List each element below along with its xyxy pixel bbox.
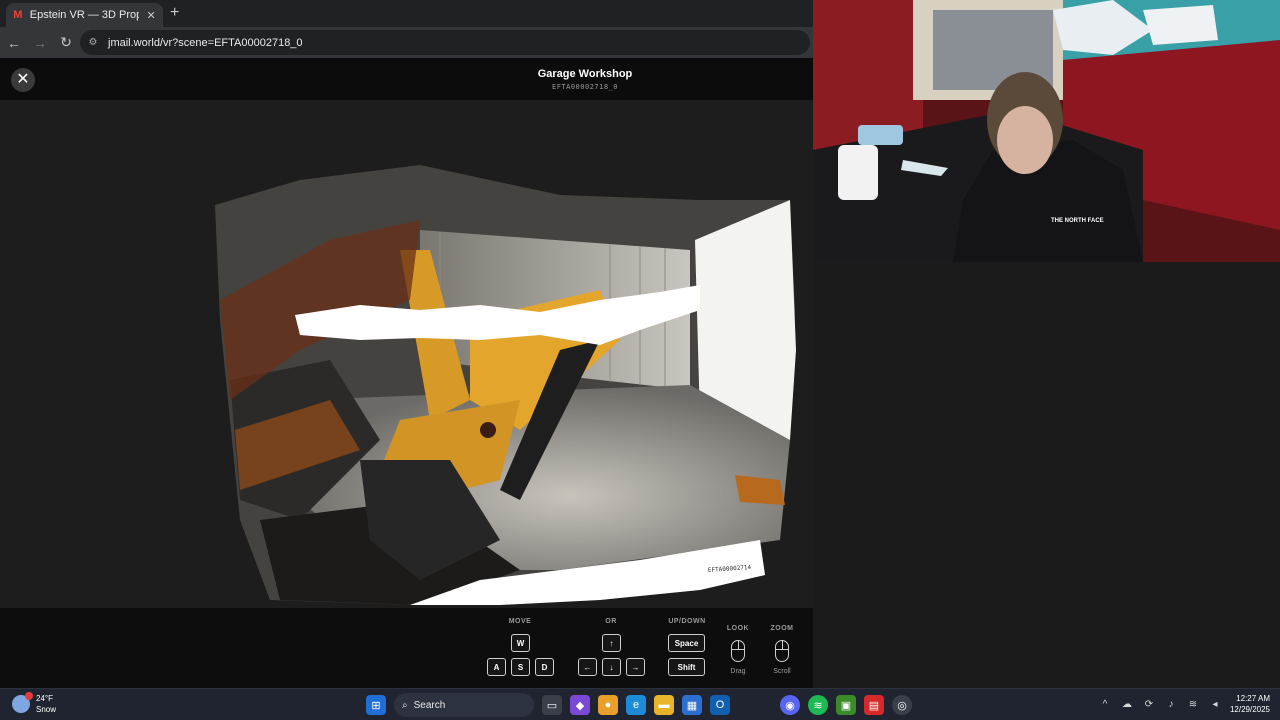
windows-taskbar: 24°F Snow ⊞ ⌕ Search ▭ ◆ ● e ▬ ▦ O ◉ ≋ ▣… [0,688,1280,720]
taskbar-apps-right: ◉ ≋ ▣ ▤ ◎ [780,693,912,717]
outlook-icon[interactable]: O [710,695,730,715]
scene-canvas[interactable]: EFTA00002714 [0,100,813,608]
clock-date: 12/29/2025 [1229,705,1270,714]
look-label: LOOK [726,625,750,632]
weather-widget[interactable]: 24°F Snow [12,692,57,715]
file-explorer-icon[interactable]: ▬ [654,695,674,715]
search-label: Search [413,699,446,711]
windows-start-icon[interactable]: ⊞ [366,695,386,715]
onedrive-icon[interactable]: ☁ [1120,699,1134,710]
microsoft-store-icon[interactable]: ▦ [682,695,702,715]
vr-viewer: ✕ Garage Workshop EFTA00002718_0 EFTA000… [0,58,813,688]
discord-icon[interactable]: ◉ [780,695,800,715]
task-view-icon[interactable]: ▭ [542,695,562,715]
system-tray: ^ ☁ ⟳ ♪ ≋ ◂ 12:27 AM 12/29/2025 [1098,693,1270,715]
mouse-drag-icon [731,640,745,662]
show-hidden-icons-chevron-icon[interactable]: ^ [1098,699,1112,710]
or-label: OR [605,618,617,625]
key-a: A [487,658,506,676]
site-settings-icon[interactable]: ⚙ [86,36,100,50]
minecraft-icon[interactable]: ▣ [836,695,856,715]
forward-arrow-icon[interactable]: → [28,31,52,55]
move-label: MOVE [508,618,532,625]
volume-icon[interactable]: ◂ [1208,699,1222,710]
red-app-icon[interactable]: ▤ [864,695,884,715]
key-arrow-left: ← [578,658,597,676]
shirt-logo-text: THE NORTH FACE [1051,218,1104,224]
webcam-image: THE NORTH FACE [813,0,1280,262]
key-arrow-up: ↑ [602,634,621,652]
wifi-icon[interactable]: ≋ [1186,699,1200,710]
weather-condition: Snow [36,705,57,714]
key-shift: Shift [668,658,705,676]
chrome-icon[interactable]: ● [598,695,618,715]
sync-icon[interactable]: ⟳ [1142,699,1156,710]
webcam-feed: THE NORTH FACE [813,0,1280,262]
browser-tab-strip: M Epstein VR — 3D Property Reco ✕ + [0,0,813,27]
key-d: D [535,658,554,676]
browser-toolbar: ← → ↻ ⚙ jmail.world/vr?scene=EFTA0000271… [0,27,813,58]
back-arrow-icon[interactable]: ← [2,31,26,55]
look-hint: Drag [730,668,746,675]
zoom-hint: Scroll [773,668,791,675]
spotify-icon[interactable]: ≋ [808,695,828,715]
edge-icon[interactable]: e [626,695,646,715]
key-w: W [511,634,530,652]
search-icon: ⌕ [402,699,408,711]
weather-temperature: 24°F [36,694,53,703]
updown-label: UP/DOWN [668,618,706,625]
reload-icon[interactable]: ↻ [54,31,78,55]
copilot-icon[interactable]: ◆ [570,695,590,715]
clock-time: 12:27 AM [1236,694,1270,703]
zoom-label: ZOOM [770,625,794,632]
key-space: Space [668,634,705,652]
taskbar-search[interactable]: ⌕ Search [394,693,534,717]
tab-close-icon[interactable]: ✕ [145,9,157,22]
gmail-favicon-icon: M [13,9,23,21]
key-arrow-down: ↓ [602,658,621,676]
viewer-header: ✕ Garage Workshop EFTA00002718_0 [0,58,813,100]
controls-legend: MOVE W A S D OR ↑ ← ↓ → UP/DOWN Space Sh… [0,608,813,688]
mouse-scroll-icon [775,640,789,662]
address-bar[interactable]: ⚙ jmail.world/vr?scene=EFTA00002718_0 [80,30,810,55]
taskbar-apps: ⊞ ⌕ Search ▭ ◆ ● e ▬ ▦ O [366,693,730,717]
url-text: jmail.world/vr?scene=EFTA00002718_0 [108,36,303,49]
obs-icon[interactable]: ◎ [892,695,912,715]
right-empty-area [813,262,1280,688]
new-tab-icon[interactable]: + [170,4,179,22]
key-arrow-right: → [626,658,645,676]
microphone-icon[interactable]: ♪ [1164,699,1178,710]
tab-title: Epstein VR — 3D Property Reco [29,9,140,21]
scene-render: EFTA00002714 [0,100,813,608]
system-clock[interactable]: 12:27 AM 12/29/2025 [1230,693,1270,715]
browser-tab[interactable]: M Epstein VR — 3D Property Reco ✕ [6,3,163,27]
key-s: S [511,658,530,676]
weather-snow-icon [12,692,33,713]
